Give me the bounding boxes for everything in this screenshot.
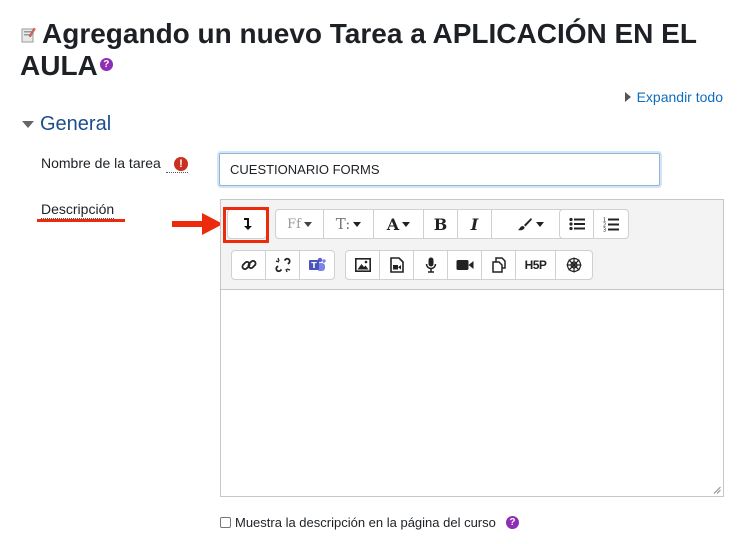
- unordered-list-button[interactable]: [560, 210, 594, 238]
- image-icon: [354, 258, 371, 272]
- name-label: Nombre de la tarea: [41, 155, 161, 171]
- media-icon: [389, 257, 404, 273]
- image-button[interactable]: [346, 251, 380, 279]
- toolbar-group-media: H5P: [345, 250, 593, 280]
- toolbar-group-lists: 1 2 3: [559, 209, 629, 239]
- bold-button[interactable]: B: [424, 210, 458, 238]
- link-button[interactable]: [232, 251, 266, 279]
- section-general-toggle[interactable]: General: [22, 113, 111, 136]
- svg-text:3: 3: [603, 227, 606, 232]
- show-description-checkbox[interactable]: [220, 517, 231, 528]
- show-description-row: Muestra la descripción en la página del …: [220, 515, 519, 530]
- text-color-button[interactable]: A: [374, 210, 424, 238]
- record-audio-button[interactable]: [414, 251, 448, 279]
- section-title: General: [40, 113, 112, 135]
- h5p-button[interactable]: H5P: [516, 251, 556, 279]
- required-underline: [166, 172, 188, 173]
- files-icon: [491, 257, 506, 273]
- svg-text:T: T: [311, 261, 317, 270]
- description-editor: Ff T: A B I 1 2 3 T H5P: [220, 199, 724, 497]
- manage-files-button[interactable]: [482, 251, 516, 279]
- editor-toolbar: Ff T: A B I 1 2 3 T H5P: [221, 200, 723, 290]
- italic-button[interactable]: I: [458, 210, 492, 238]
- toolbar-group-links: T: [231, 250, 335, 280]
- description-label: Descripción: [41, 201, 115, 219]
- resize-handle-icon[interactable]: [713, 486, 721, 494]
- page-title-line1: Agregando un nuevo Tarea a APLICACIÓN EN…: [42, 18, 697, 49]
- teams-button[interactable]: T: [300, 251, 334, 279]
- page-title: Agregando un nuevo Tarea a APLICACIÓN EN…: [20, 18, 720, 82]
- link-icon: [241, 260, 256, 270]
- show-description-label: Muestra la descripción en la página del …: [235, 515, 496, 530]
- unlink-button[interactable]: [266, 251, 300, 279]
- help-icon[interactable]: ?: [99, 58, 113, 72]
- font-family-button[interactable]: Ff: [276, 210, 324, 238]
- task-name-input[interactable]: CUESTIONARIO FORMS: [219, 153, 660, 186]
- teams-icon: T: [309, 257, 326, 271]
- bullet-list-icon: [568, 217, 585, 231]
- page-title-line2: AULA: [20, 50, 98, 81]
- media-button[interactable]: [380, 251, 414, 279]
- record-video-button[interactable]: [448, 251, 482, 279]
- collapse-triangle-icon: [22, 121, 34, 128]
- accessibility-icon: [566, 257, 582, 273]
- expand-all-label: Expandir todo: [636, 89, 723, 105]
- microphone-icon: [425, 257, 436, 273]
- annotation-arrow-icon: [172, 213, 223, 235]
- annotation-underline: [37, 219, 125, 222]
- annotation-highlight-box: [223, 207, 269, 243]
- accessibility-checker-button[interactable]: [556, 251, 592, 279]
- video-camera-icon: [456, 260, 473, 270]
- font-size-button[interactable]: T:: [324, 210, 374, 238]
- unlink-icon: [274, 257, 291, 273]
- expand-all-link[interactable]: Expandir todo: [624, 89, 723, 105]
- ordered-list-button[interactable]: 1 2 3: [594, 210, 628, 238]
- description-text-area[interactable]: [221, 291, 723, 496]
- toolbar-group-style: Ff T: A B I: [275, 209, 569, 239]
- numbered-list-icon: 1 2 3: [603, 217, 619, 232]
- styles-button[interactable]: [492, 210, 568, 238]
- assignment-icon: [21, 27, 36, 43]
- help-icon[interactable]: ?: [505, 516, 519, 529]
- paintbrush-icon: [517, 218, 532, 231]
- required-icon: !: [174, 157, 188, 171]
- expand-triangle-icon: [624, 92, 631, 102]
